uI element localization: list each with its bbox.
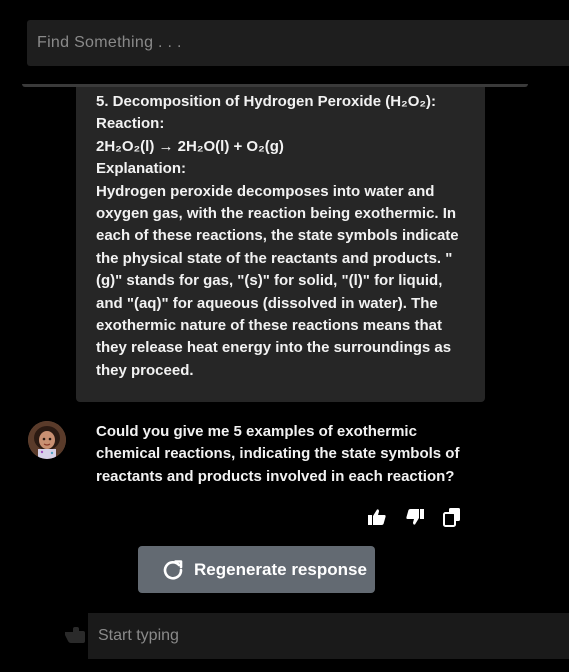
regenerate-response-button[interactable]: Regenerate response xyxy=(138,546,375,593)
search-divider xyxy=(22,84,528,87)
thumbs-down-icon[interactable] xyxy=(404,507,426,527)
answer-line-explanation: Hydrogen peroxide decomposes into water … xyxy=(96,182,459,379)
copy-icon[interactable] xyxy=(441,507,463,527)
answer-line-equation: 2H₂O₂(l) → 2H₂O(l) + O₂(g) xyxy=(96,137,284,155)
avatar-image xyxy=(28,421,66,459)
chat-app: 5. Decomposition of Hydrogen Peroxide (H… xyxy=(0,0,569,672)
answer-line-reaction-label: Reaction: xyxy=(96,115,165,133)
answer-line-explanation-label: Explanation: xyxy=(96,160,187,178)
message-input[interactable] xyxy=(88,613,569,659)
regenerate-response-label: Regenerate response xyxy=(194,559,367,579)
answer-line-heading: 5. Decomposition of Hydrogen Peroxide (H… xyxy=(96,93,437,110)
thumbs-up-icon[interactable] xyxy=(366,507,388,527)
refresh-icon xyxy=(163,559,183,580)
user-message-text: Could you give me 5 examples of exotherm… xyxy=(96,423,460,485)
hand-pointer-icon xyxy=(65,627,85,643)
search-input[interactable] xyxy=(27,20,569,66)
search-backdrop xyxy=(24,66,530,86)
assistant-message-text: 5. Decomposition of Hydrogen Peroxide (H… xyxy=(96,91,466,382)
user-avatar xyxy=(28,421,66,459)
